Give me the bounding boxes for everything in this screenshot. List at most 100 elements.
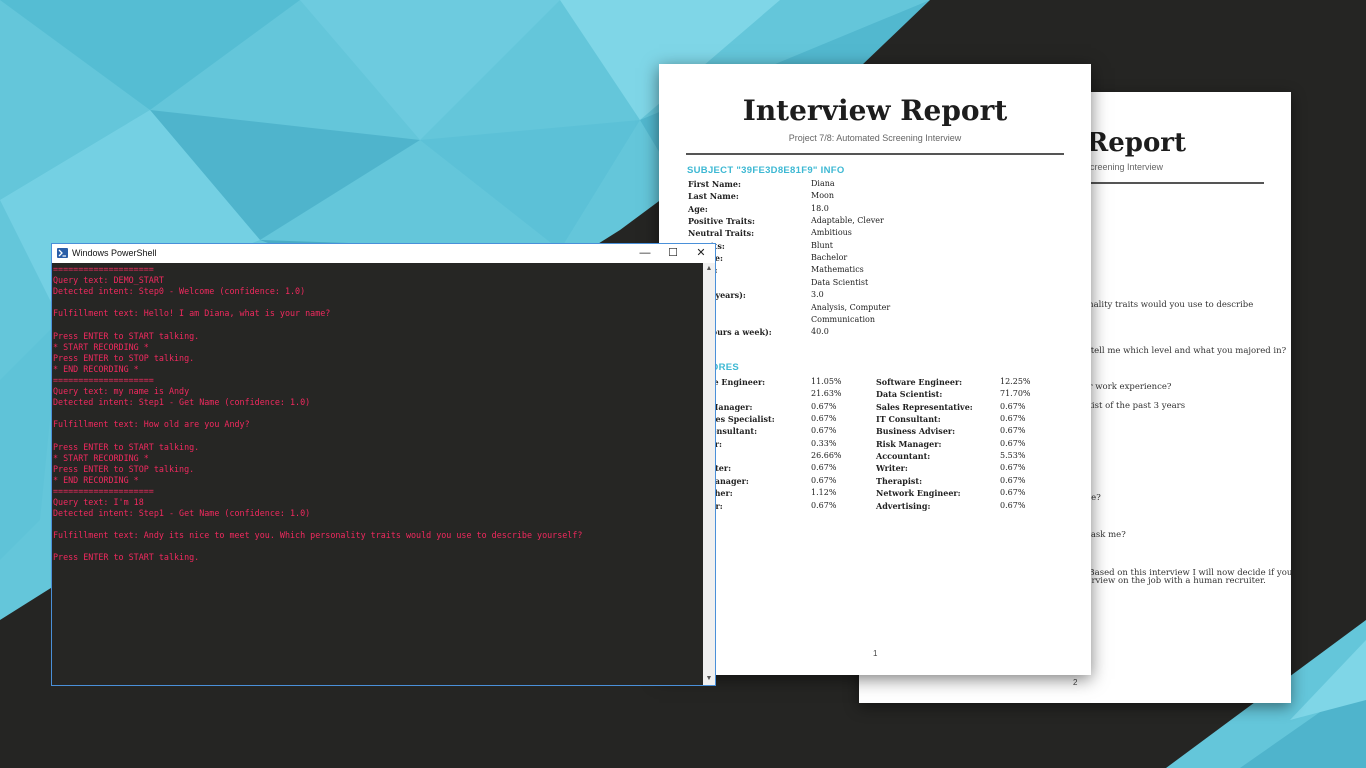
terminal-line: Press ENTER to START talking. xyxy=(53,441,200,452)
terminal-line: Query text: my name is Andy xyxy=(53,386,190,397)
role-name: Software Engineer: xyxy=(876,377,963,387)
info-row: Degree:Bachelor xyxy=(688,253,988,265)
role-name: Business Adviser: xyxy=(876,426,956,437)
terminal-line: Press ENTER to STOP talking. xyxy=(53,352,195,363)
info-value: 3.0 xyxy=(811,290,824,300)
info-label: Last Name: xyxy=(688,191,739,202)
info-label: Positive Traits: xyxy=(688,216,755,227)
role-name: Accountant: xyxy=(876,451,931,462)
role-score: 0.67% xyxy=(1000,463,1026,473)
role-score: 0.67% xyxy=(811,426,837,436)
report-title: Interview Report xyxy=(742,94,1008,127)
role-name: Sales Representative: xyxy=(876,401,973,412)
report-divider xyxy=(686,153,1064,155)
role-score: 71.70% xyxy=(1000,389,1031,399)
role-score: 0.67% xyxy=(1000,475,1026,485)
terminal-line: Fulfillment text: Hello! I am Diana, wha… xyxy=(53,308,331,319)
terminal-line: Query text: DEMO_START xyxy=(53,275,164,286)
terminal-line: ==================== xyxy=(53,485,154,496)
info-row: Last Name: Moon xyxy=(688,191,988,203)
score-row: Media Manager:0.67%Sales Representative:… xyxy=(679,402,1039,414)
terminal-line: * START RECORDING * xyxy=(53,452,149,463)
score-row: Researcher:1.12%Network Engineer:0.67% xyxy=(679,488,1039,500)
info-value: Adaptable, Clever xyxy=(811,216,884,226)
info-row: Major:Mathematics xyxy=(688,265,988,277)
powershell-window[interactable]: Windows PowerShell — ☐ ✕ ===============… xyxy=(51,243,716,686)
info-heading: SUBJECT "39FE3D8E81F9" INFO xyxy=(687,165,845,176)
vertical-scrollbar[interactable]: ▲ ▼ xyxy=(703,263,715,685)
role-score: 0.67% xyxy=(1000,500,1026,510)
info-value: Data Scientist xyxy=(811,277,869,287)
report-page-1: Interview Report Project 7/8: Automated … xyxy=(659,64,1091,675)
terminal-line: * END RECORDING * xyxy=(53,474,139,485)
page2-line: ntist of the past 3 years xyxy=(1083,401,1186,411)
role-score: 26.66% xyxy=(811,451,842,461)
info-label: Neutral Traits: xyxy=(688,228,755,239)
score-row: alyst:21.63%Data Scientist:71.70% xyxy=(679,389,1039,401)
scroll-up-icon[interactable]: ▲ xyxy=(703,263,715,275)
role-score: 0.67% xyxy=(811,500,837,510)
terminal-line: * END RECORDING * xyxy=(53,363,139,374)
score-row: ntent Manager:0.67%Therapist:0.67% xyxy=(679,476,1039,488)
role-score: 0.33% xyxy=(811,438,837,448)
info-row: Positive Traits: Adaptable, Clever xyxy=(688,216,988,228)
info-value: Diana xyxy=(811,179,835,188)
role-name: IT Consultant: xyxy=(876,414,941,425)
info-value: Bachelor xyxy=(811,253,848,263)
scroll-down-icon[interactable]: ▼ xyxy=(703,673,715,685)
info-value: Analysis, Computer xyxy=(811,302,891,312)
score-row: Manager:0.33%Risk Manager:0.67% xyxy=(679,439,1039,451)
role-score: 0.67% xyxy=(811,475,837,485)
info-value: Blunt xyxy=(811,240,833,250)
report-subtitle: Project 7/8: Automated Screening Intervi… xyxy=(788,133,962,143)
terminal-output[interactable]: ==================== Query text: DEMO_STA… xyxy=(52,263,703,685)
info-label: Age: xyxy=(688,203,708,214)
page2-line: ur work experience? xyxy=(1083,382,1172,392)
terminal-line: Detected intent: Step1 - Get Name (confi… xyxy=(53,397,311,408)
role-score: 5.53% xyxy=(1000,451,1026,461)
role-score: 11.05% xyxy=(811,377,842,386)
powershell-icon xyxy=(57,248,68,258)
terminal-line: Query text: I'm 18 xyxy=(53,496,144,507)
terminal-line: Detected intent: Step1 - Get Name (confi… xyxy=(53,508,311,519)
terminal-line: Fulfillment text: Andy its nice to meet … xyxy=(53,530,583,541)
role-score: 1.12% xyxy=(811,488,837,498)
role-name: Writer: xyxy=(876,463,908,474)
window-title: Windows PowerShell xyxy=(72,248,157,258)
score-row: ment Consultant: 0.67% Business Adviser: 0.… xyxy=(679,426,1039,438)
score-row: Engineer:0.67%Advertising:0.67% xyxy=(679,501,1039,513)
role-name: Network Engineer: xyxy=(876,488,961,499)
terminal-line: ==================== xyxy=(53,374,154,385)
page2-line: onality traits would you use to describe xyxy=(1083,300,1254,310)
score-row: rian:26.66%Accountant:5.53% xyxy=(679,451,1039,463)
info-value: 40.0 xyxy=(811,327,829,337)
page2-number: 2 xyxy=(1073,678,1078,687)
title-bar[interactable]: Windows PowerShell — ☐ ✕ xyxy=(52,244,715,263)
role-score: 0.67% xyxy=(811,463,837,473)
info-value: Moon xyxy=(811,191,834,201)
minimize-button[interactable]: — xyxy=(630,244,660,263)
info-row: sses:Communication xyxy=(688,315,988,327)
role-score: 0.67% xyxy=(1000,438,1026,448)
info-value: Communication xyxy=(811,314,875,324)
score-row: Resources Specialist: 0.67% IT Consultant:… xyxy=(679,414,1039,426)
terminal-line: * START RECORDING * xyxy=(53,341,149,352)
role-score: 12.25% xyxy=(1000,377,1031,386)
role-score: 21.63% xyxy=(811,389,842,399)
close-button[interactable]: ✕ xyxy=(686,244,716,263)
info-row: First Name: Diana xyxy=(688,179,988,191)
maximize-button[interactable]: ☐ xyxy=(658,244,688,263)
info-row: Age: 18.0 xyxy=(688,204,988,216)
score-row: Copywriter:0.67%Writer:0.67% xyxy=(679,463,1039,475)
role-name: Therapist: xyxy=(876,475,923,486)
role-name: Risk Manager: xyxy=(876,438,942,449)
role-score: 0.67% xyxy=(1000,414,1026,424)
role-score: 0.67% xyxy=(811,414,837,424)
terminal-line: Detected intent: Step0 - Welcome (confid… xyxy=(53,286,306,297)
info-row: e Traits:Blunt xyxy=(688,241,988,253)
role-score: 0.67% xyxy=(811,401,837,411)
page1-number: 1 xyxy=(873,649,878,658)
